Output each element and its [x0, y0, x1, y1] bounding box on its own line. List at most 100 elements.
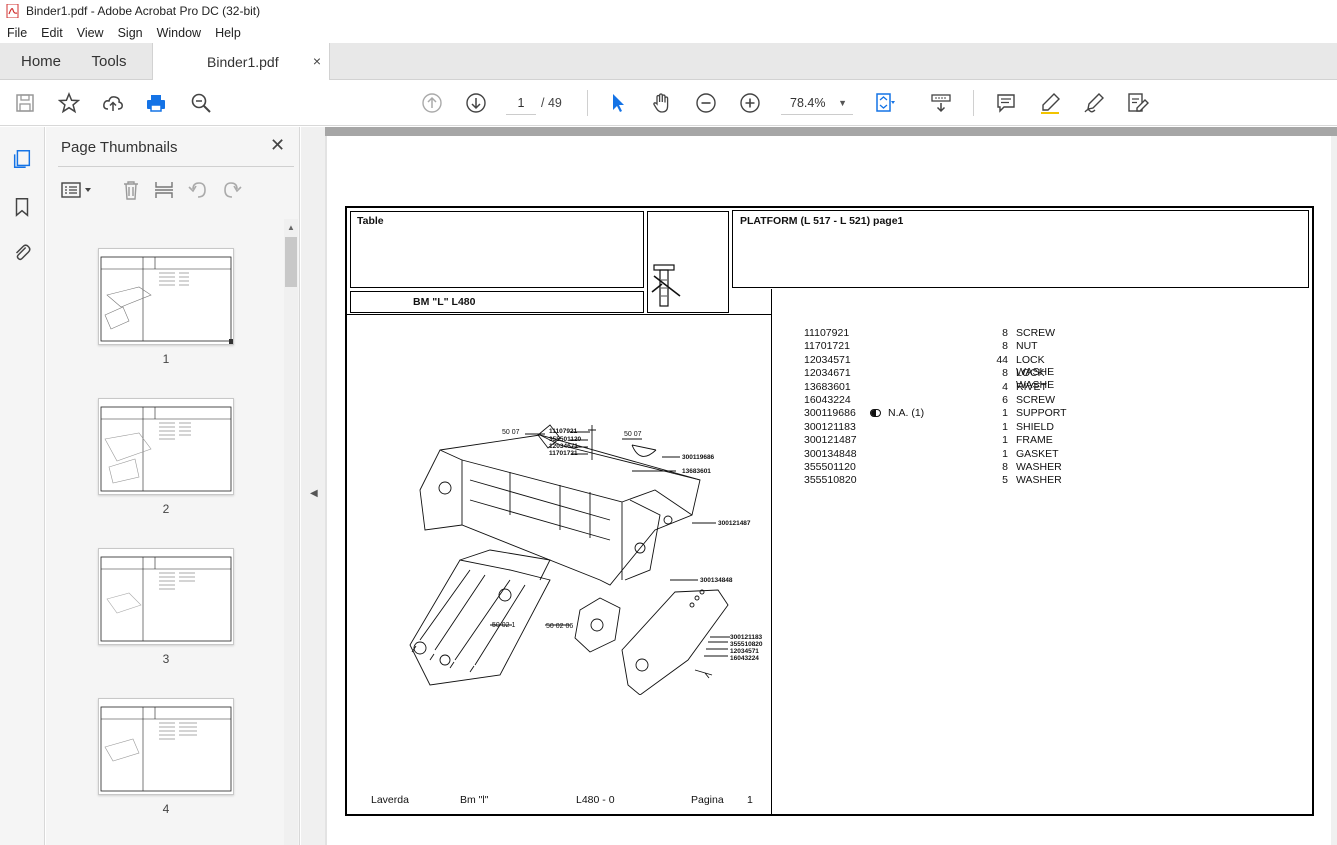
part-quantity: 8	[1002, 340, 1008, 353]
table-header-box	[350, 211, 644, 288]
diagram-label: 11107921	[549, 428, 578, 435]
tab-home[interactable]: Home	[6, 43, 76, 80]
left-rail	[0, 127, 45, 845]
part-description: SUPPORT	[1016, 407, 1067, 420]
rotate-left-icon[interactable]	[187, 179, 209, 201]
save-icon[interactable]	[12, 90, 38, 116]
part-description: WASHER	[1016, 474, 1062, 487]
previous-page-icon[interactable]	[419, 90, 445, 116]
diagram-label: 50 07	[502, 429, 520, 436]
page-thumbnail[interactable]	[98, 548, 234, 645]
part-note: N.A. (1)	[870, 407, 940, 419]
scroll-mode-icon[interactable]	[928, 90, 954, 116]
part-quantity: 8	[1002, 367, 1008, 380]
extract-pages-icon[interactable]	[153, 179, 175, 201]
star-icon[interactable]	[56, 90, 82, 116]
diagram-label: 13683601	[682, 468, 711, 475]
highlight-pen-icon[interactable]	[1037, 90, 1063, 116]
part-number: 11701721	[804, 340, 850, 353]
menu-sign[interactable]: Sign	[111, 26, 150, 40]
tab-bar: Home Tools Binder1.pdf ×	[0, 43, 1337, 81]
part-description: SCREW	[1016, 394, 1056, 406]
page-thumbnail[interactable]	[98, 248, 234, 345]
close-tab-icon[interactable]: ×	[313, 53, 321, 69]
attachment-icon[interactable]	[10, 241, 34, 265]
exploded-parts-diagram	[409, 424, 730, 695]
thumbnail-scrollbar[interactable]: ▲	[284, 219, 298, 845]
tab-document-label: Binder1.pdf	[207, 54, 279, 70]
hand-tool-icon[interactable]	[649, 90, 675, 116]
thumbnail-label: 4	[162, 802, 170, 816]
scroll-up-icon[interactable]: ▲	[287, 223, 295, 232]
page-thumbnails-icon[interactable]	[10, 147, 34, 171]
zoom-out-icon[interactable]	[693, 90, 719, 116]
diagram-label: 11701721	[549, 450, 578, 457]
zoom-select[interactable]: 78.4% ▼	[781, 91, 853, 115]
collapse-panel-icon[interactable]: ◀	[310, 488, 318, 499]
part-logo-icon	[651, 264, 681, 307]
thumbnail-preview	[100, 406, 232, 492]
close-panel-icon[interactable]: ✕	[270, 135, 285, 156]
document-scrollbar[interactable]	[1331, 136, 1337, 845]
sign-pen-icon[interactable]	[1081, 90, 1107, 116]
part-number: 16043224	[804, 394, 851, 406]
panel-gutter	[301, 127, 325, 845]
part-quantity: 8	[1002, 461, 1008, 473]
part-number: 12034571	[804, 353, 851, 366]
thumbnail-label: 2	[162, 502, 170, 516]
print-icon[interactable]	[143, 90, 169, 116]
part-description: GASKET	[1016, 447, 1059, 460]
diagram-label: 16043224	[730, 655, 759, 662]
zoom-search-icon[interactable]	[188, 90, 214, 116]
thumbnail-label: 3	[162, 652, 170, 666]
menu-file[interactable]: File	[0, 26, 34, 40]
toolbar	[0, 80, 1337, 126]
thumbnail-options-icon[interactable]	[60, 179, 96, 201]
rotate-right-icon[interactable]	[221, 179, 243, 201]
toolbar-divider	[973, 90, 974, 116]
part-description: SCREW	[1016, 327, 1056, 339]
fit-page-icon[interactable]	[872, 90, 898, 116]
tab-document[interactable]: Binder1.pdf ×	[152, 43, 330, 81]
zoom-in-icon[interactable]	[737, 90, 763, 116]
part-number: 300121183	[804, 420, 856, 433]
page-thumbnail[interactable]	[98, 698, 234, 795]
part-note-text: N.A. (1)	[888, 407, 925, 420]
panel-title: Page Thumbnails	[61, 139, 178, 156]
table-label: Table	[357, 215, 384, 227]
diagram-label: 355501120	[549, 436, 582, 443]
page-total: / 49	[541, 96, 562, 110]
part-number: 300121487	[804, 434, 857, 447]
model-box	[350, 291, 644, 313]
thumbnail-preview	[100, 256, 234, 344]
bookmark-icon[interactable]	[10, 195, 34, 219]
diagram-label: 50 02 06	[546, 623, 574, 630]
edit-pdf-icon[interactable]	[1125, 90, 1151, 116]
document-view-top-edge	[325, 127, 1337, 136]
scrollbar-thumb[interactable]	[285, 237, 297, 287]
next-page-icon[interactable]	[463, 90, 489, 116]
page-thumbnail[interactable]	[98, 398, 234, 495]
select-pointer-icon[interactable]	[605, 90, 631, 116]
comment-icon[interactable]	[993, 90, 1019, 116]
footer-brand: Laverda	[371, 794, 409, 806]
cloud-upload-icon[interactable]	[100, 90, 126, 116]
part-number: 11107921	[804, 327, 850, 339]
diagram-label: 12034671	[549, 443, 578, 450]
menu-help[interactable]: Help	[208, 26, 248, 40]
menu-view[interactable]: View	[70, 26, 111, 40]
diagram-label: 50 02 1	[492, 622, 516, 629]
part-description: NUT	[1016, 340, 1038, 353]
tab-tools[interactable]: Tools	[78, 43, 140, 80]
diagram-label: 355510820	[730, 641, 763, 648]
diagram-label: 300119686	[682, 454, 715, 461]
panel-divider	[58, 166, 294, 167]
menu-window[interactable]: Window	[150, 26, 208, 40]
title-bar: Binder1.pdf - Adobe Acrobat Pro DC (32-b…	[0, 0, 1337, 22]
part-number: 300134848	[804, 447, 857, 460]
menu-edit[interactable]: Edit	[34, 26, 70, 40]
page-number-input[interactable]	[506, 91, 536, 115]
delete-page-icon[interactable]	[120, 179, 142, 201]
diagram-label: 300134848	[700, 577, 733, 584]
row-divider	[347, 314, 772, 315]
